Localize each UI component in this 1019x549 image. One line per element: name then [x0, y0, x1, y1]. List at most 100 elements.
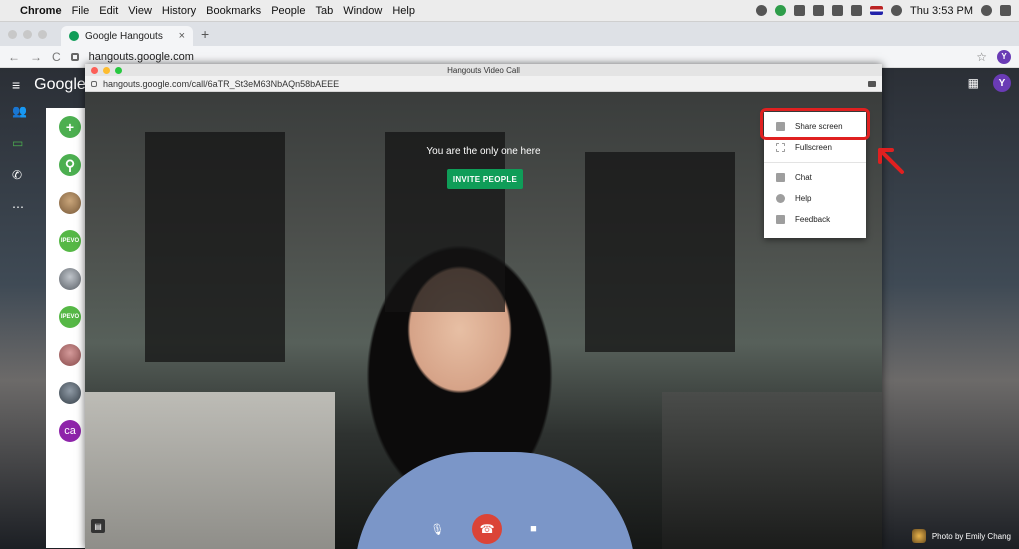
forward-arrow-icon[interactable]: → [30, 50, 42, 64]
lock-icon [70, 52, 79, 61]
contact-avatar-ipevo[interactable]: IPEVO [59, 230, 81, 252]
menu-help[interactable]: Help [392, 5, 415, 17]
menu-item-chat[interactable]: Chat [764, 167, 866, 188]
fullscreen-icon [776, 143, 785, 152]
account-avatar[interactable]: Y [993, 74, 1011, 92]
contact-avatar-ipevo[interactable]: IPEVO [59, 306, 81, 328]
photo-credit-text[interactable]: Photo by Emily Chang [932, 532, 1011, 541]
menu-item-label: Feedback [795, 215, 831, 224]
call-window-url-bar: hangouts.google.com/call/6aTR_St3eM63NbA… [85, 76, 882, 92]
menu-item-fullscreen[interactable]: Fullscreen [764, 137, 866, 158]
macos-menu-bar: Chrome File Edit View History Bookmarks … [0, 0, 1019, 22]
background-shelf [585, 152, 735, 352]
close-tab-icon[interactable]: × [179, 30, 185, 42]
lock-icon [91, 80, 97, 87]
microphone-icon[interactable]: 🎙 [430, 523, 444, 536]
hangouts-favicon-icon [69, 31, 79, 41]
minimize-window-icon[interactable] [23, 29, 32, 39]
call-controls: 🎙 ☎ ■ [85, 509, 882, 549]
hamburger-menu-icon[interactable]: ≡ [12, 77, 20, 93]
input-source-flag-icon[interactable] [870, 6, 884, 15]
menu-chrome[interactable]: Chrome [20, 5, 62, 17]
contact-avatar[interactable] [59, 268, 81, 290]
hangouts-tray-icon[interactable] [775, 5, 787, 16]
close-window-icon[interactable] [8, 29, 17, 39]
menu-divider [764, 162, 866, 163]
chat-icon [776, 173, 785, 182]
only-one-here-message: You are the only one here [426, 146, 541, 157]
contact-avatar-ca[interactable]: ca [59, 420, 81, 442]
status-icon[interactable] [756, 5, 768, 16]
conversations-icon[interactable]: ▭ [12, 136, 27, 150]
background-shelf [385, 132, 505, 312]
photo-credit: Photo by Emily Chang [911, 529, 1011, 543]
menu-item-label: Help [795, 194, 812, 203]
chat-toggle-icon[interactable]: ▤ [91, 519, 105, 533]
close-call-window-icon[interactable] [91, 66, 98, 74]
background-shelf [145, 132, 285, 362]
google-logo: Google [34, 76, 86, 93]
video-camera-icon[interactable]: ■ [530, 523, 537, 535]
contacts-icon[interactable]: 👥 [12, 104, 27, 118]
photo-credit-icon [911, 529, 926, 543]
help-icon [776, 194, 785, 203]
profile-avatar[interactable]: Y [997, 49, 1011, 64]
invite-people-button[interactable]: INVITE PEOPLE [447, 169, 523, 189]
spotlight-search-icon[interactable] [981, 5, 992, 16]
tab-title: Google Hangouts [85, 30, 163, 42]
call-window-title: Hangouts Video Call [447, 65, 520, 75]
menu-bar-tray: Thu 3:53 PM [756, 5, 1011, 17]
share-screen-highlight-box [760, 108, 870, 140]
camera-indicator-icon [868, 80, 876, 87]
menu-item-label: Chat [795, 173, 812, 182]
hangouts-header-left: ≡ Google [12, 76, 86, 94]
feedback-icon [776, 215, 785, 224]
volume-icon[interactable] [832, 5, 844, 16]
contact-avatar[interactable] [59, 344, 81, 366]
menu-bookmarks[interactable]: Bookmarks [206, 5, 261, 17]
new-tab-button[interactable]: + [201, 26, 209, 42]
notification-center-icon[interactable] [1000, 5, 1011, 16]
menu-item-help[interactable]: Help [764, 188, 866, 209]
location-contact-avatar[interactable]: ⚲ [59, 154, 81, 176]
menu-tab[interactable]: Tab [315, 5, 333, 17]
wifi-icon[interactable] [891, 5, 903, 16]
hangouts-side-rail: 👥 ▭ ✆ ⋯ [12, 104, 27, 214]
annotation-arrow-icon [878, 148, 904, 174]
video-feed: You are the only one here INVITE PEOPLE … [85, 92, 882, 549]
menu-item-label: Fullscreen [795, 143, 832, 152]
new-conversation-button[interactable]: + [59, 116, 81, 138]
call-url[interactable]: hangouts.google.com/call/6aTR_St3eM63NbA… [103, 79, 339, 89]
menu-history[interactable]: History [162, 5, 196, 17]
url-field[interactable]: hangouts.google.com [89, 51, 194, 63]
zoom-call-window-icon[interactable] [115, 66, 122, 74]
browser-tab-strip: Google Hangouts × + [0, 22, 1019, 46]
hang-up-button[interactable]: ☎ [472, 514, 503, 544]
menu-item-feedback[interactable]: Feedback [764, 209, 866, 230]
airplay-icon[interactable] [794, 5, 806, 16]
window-traffic-lights [8, 29, 47, 39]
back-arrow-icon[interactable]: ← [8, 50, 20, 64]
menu-bar-clock[interactable]: Thu 3:53 PM [910, 5, 973, 17]
menu-view[interactable]: View [128, 5, 152, 17]
menu-window[interactable]: Window [343, 5, 382, 17]
contact-avatar[interactable] [59, 382, 81, 404]
eject-icon[interactable] [813, 5, 825, 16]
phone-icon[interactable]: ✆ [12, 168, 27, 182]
minimize-call-window-icon[interactable] [103, 66, 110, 74]
menu-people[interactable]: People [271, 5, 305, 17]
more-options-icon[interactable]: ⋯ [12, 200, 27, 214]
call-window-traffic-lights [91, 66, 122, 74]
contact-avatar[interactable] [59, 192, 81, 214]
menu-edit[interactable]: Edit [99, 5, 118, 17]
zoom-window-icon[interactable] [38, 29, 47, 39]
tab-google-hangouts[interactable]: Google Hangouts × [61, 26, 193, 46]
call-window-titlebar: Hangouts Video Call [85, 64, 882, 76]
menu-file[interactable]: File [72, 5, 90, 17]
bookmark-star-icon[interactable]: ☆ [976, 50, 987, 64]
address-bar-actions: ☆ Y [976, 49, 1011, 64]
reload-icon[interactable]: C [52, 50, 61, 64]
bluetooth-icon[interactable] [851, 5, 863, 16]
hangouts-header-right: ▦ Y [968, 74, 1011, 92]
apps-grid-icon[interactable]: ▦ [968, 76, 979, 90]
